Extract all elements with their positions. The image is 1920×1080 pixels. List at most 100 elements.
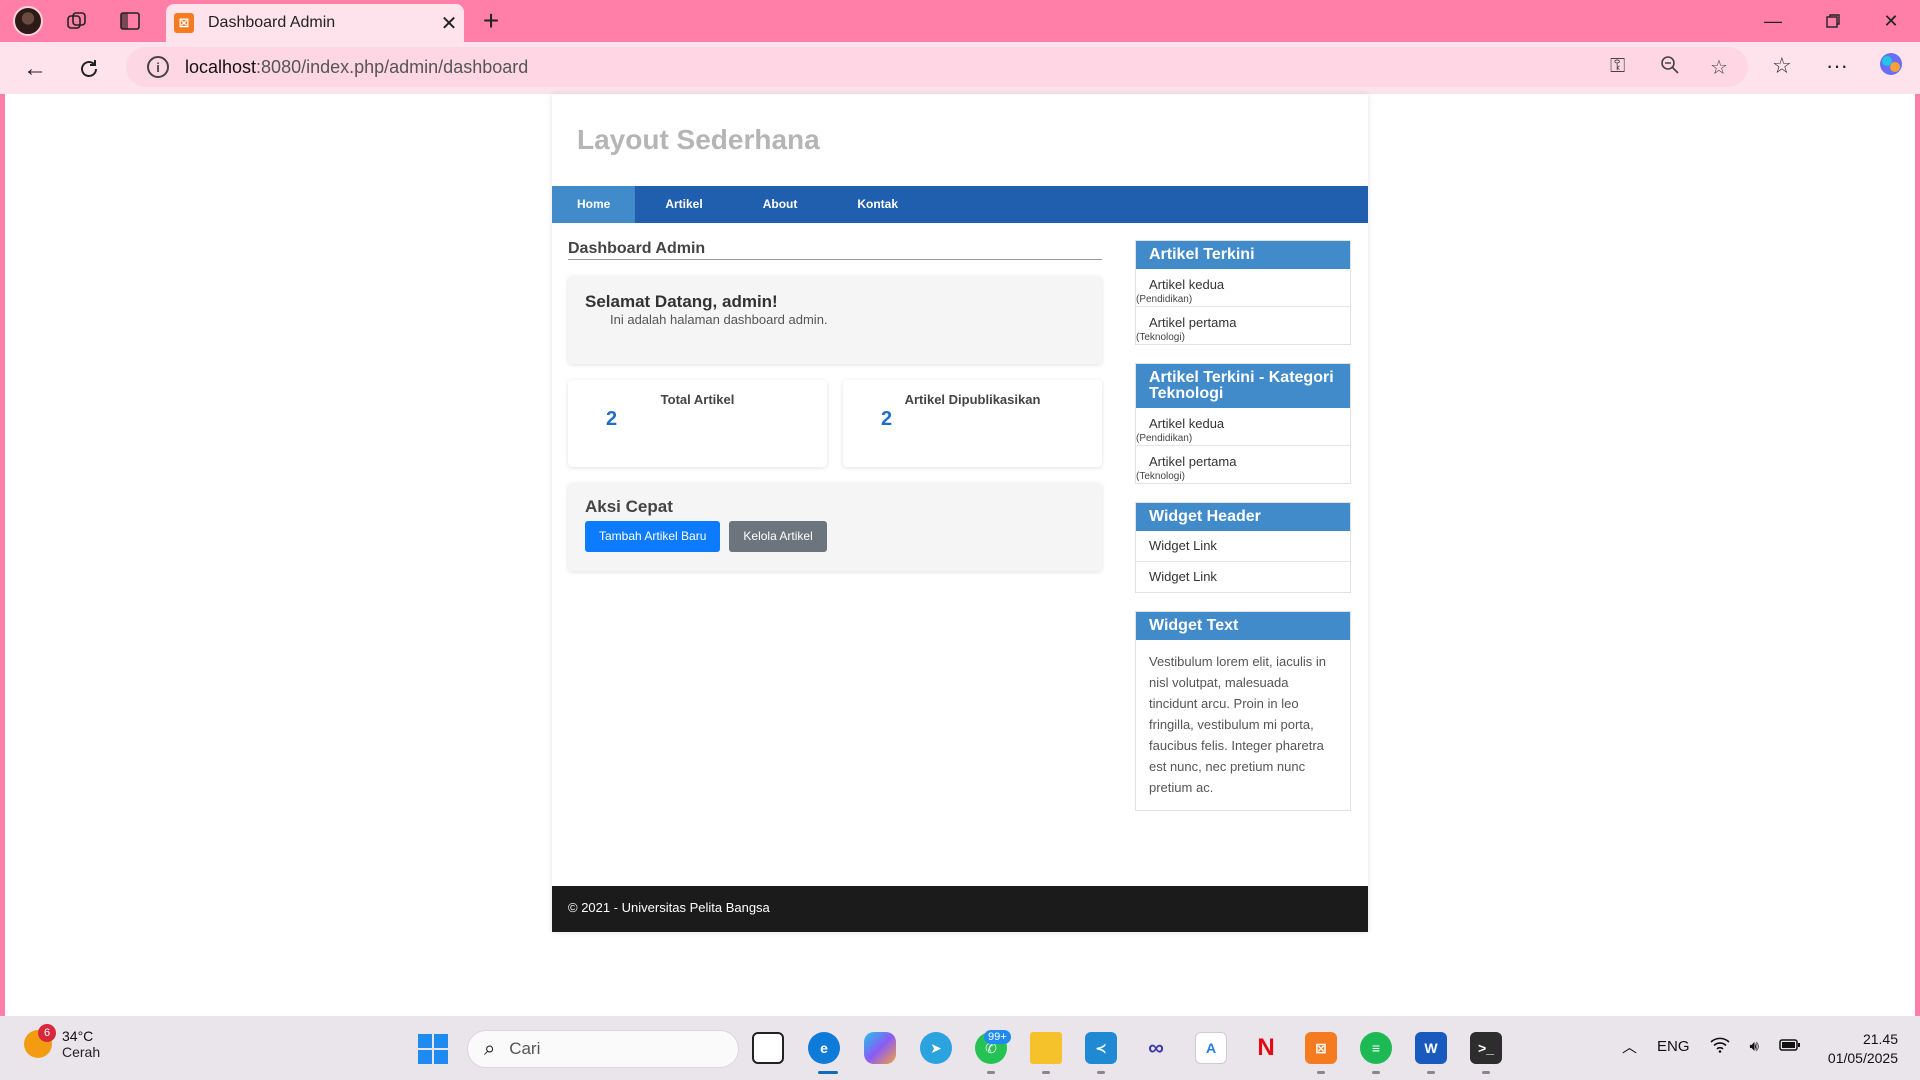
minimize-icon[interactable]: —: [1750, 6, 1796, 36]
article-link[interactable]: Artikel kedua: [1136, 408, 1350, 433]
battery-icon[interactable]: [1779, 1038, 1801, 1056]
article-link[interactable]: Artikel pertama: [1136, 307, 1350, 332]
article-category: (Teknologi): [1136, 471, 1185, 482]
top-navigation: Home Artikel About Kontak: [552, 186, 1368, 223]
word-icon[interactable]: W: [1415, 1032, 1447, 1064]
close-tab-icon[interactable]: ✕: [434, 11, 464, 36]
search-placeholder: Cari: [509, 1039, 541, 1058]
stat-artikel-dipublikasikan: Artikel Dipublikasikan 2: [843, 380, 1102, 467]
stat-label: Total Artikel: [660, 392, 735, 407]
stat-label: Artikel Dipublikasikan: [904, 392, 1041, 407]
nav-about[interactable]: About: [733, 186, 828, 223]
weather-badge: 6: [38, 1024, 56, 1042]
widget-title: Artikel Terkini - Kategori Teknologi: [1136, 364, 1350, 408]
app-indicator: [1317, 1071, 1325, 1074]
stats-row: Total Artikel 2 Artikel Dipublikasikan 2: [568, 380, 1102, 467]
nav-kontak[interactable]: Kontak: [827, 186, 928, 223]
more-menu-icon[interactable]: ···: [1826, 53, 1848, 79]
close-window-icon[interactable]: ✕: [1868, 6, 1914, 36]
clock-time: 21.45: [1862, 1031, 1898, 1047]
app-indicator: [1372, 1071, 1380, 1074]
copilot-app-icon[interactable]: [864, 1032, 896, 1064]
quick-actions-title: Aksi Cepat: [585, 497, 673, 516]
spotify-icon[interactable]: ≡: [1360, 1032, 1392, 1064]
system-tray: ︿ ENG 🔊︎: [1622, 1036, 1801, 1057]
wifi-icon[interactable]: [1709, 1037, 1730, 1057]
whatsapp-badge: 99+: [984, 1030, 1011, 1044]
browser-titlebar: ⊠ Dashboard Admin ✕ + — ✕: [0, 0, 1920, 42]
password-key-icon[interactable]: ⚿: [1610, 55, 1625, 78]
windows-start-icon[interactable]: [418, 1034, 448, 1064]
taskbar-search-input[interactable]: ⌕ Cari: [467, 1030, 739, 1068]
widget-link[interactable]: Widget Link: [1136, 562, 1350, 592]
widget-link[interactable]: Widget Link: [1136, 531, 1350, 561]
xampp-icon[interactable]: ⊠: [1305, 1032, 1337, 1064]
url-path: :8080/index.php/admin/dashboard: [256, 56, 529, 77]
widget-title: Widget Text: [1136, 612, 1350, 640]
file-explorer-icon[interactable]: [1030, 1032, 1062, 1064]
nav-home[interactable]: Home: [552, 186, 636, 223]
task-view-icon[interactable]: [752, 1032, 784, 1064]
widget-header-links: Widget Header Widget Link Widget Link: [1135, 502, 1351, 593]
netflix-icon[interactable]: N: [1250, 1032, 1282, 1064]
article-link[interactable]: Artikel pertama: [1136, 446, 1350, 471]
sidebar: Artikel Terkini Artikel kedua (Pendidika…: [1135, 240, 1351, 829]
reload-icon[interactable]: [72, 52, 106, 86]
copilot-icon[interactable]: [1878, 51, 1904, 83]
site-container: Layout Sederhana Home Artikel About Kont…: [552, 94, 1368, 932]
list-item: Artikel kedua (Pendidikan): [1136, 269, 1350, 307]
url-host: localhost: [185, 56, 257, 77]
list-item: Artikel pertama (Teknologi): [1136, 446, 1350, 483]
widget-body-text: Vestibulum lorem elit, iaculis in nisl v…: [1149, 654, 1327, 795]
vscode-icon[interactable]: ≺: [1085, 1032, 1117, 1064]
chevron-up-icon[interactable]: ︿: [1622, 1036, 1637, 1057]
vertical-tabs-icon[interactable]: [117, 8, 143, 34]
quick-actions-card: Aksi Cepat Tambah Artikel Baru Kelola Art…: [568, 483, 1102, 571]
site-footer: © 2021 - Universitas Pelita Bangsa: [552, 886, 1368, 932]
restore-icon[interactable]: [1810, 6, 1856, 36]
widget-artikel-teknologi: Artikel Terkini - Kategori Teknologi Art…: [1135, 363, 1351, 484]
site-header: Layout Sederhana: [552, 94, 1368, 186]
site-info-icon[interactable]: i: [147, 56, 169, 78]
manage-articles-button[interactable]: Kelola Artikel: [729, 521, 827, 552]
stat-value: 2: [606, 408, 618, 430]
welcome-text: Ini adalah halaman dashboard admin.: [610, 312, 828, 327]
article-category: (Pendidikan): [1136, 294, 1193, 305]
add-article-button[interactable]: Tambah Artikel Baru: [585, 521, 721, 552]
new-tab-icon[interactable]: +: [478, 5, 504, 36]
widget-title: Artikel Terkini: [1136, 241, 1350, 269]
app-indicator: [1482, 1071, 1490, 1074]
app-indicator: [987, 1071, 995, 1074]
back-icon[interactable]: ←: [18, 52, 52, 86]
main-content: Dashboard Admin Selamat Datang, admin! I…: [568, 240, 1102, 571]
list-item: Artikel pertama (Teknologi): [1136, 307, 1350, 344]
browser-tab-active[interactable]: ⊠ Dashboard Admin ✕: [166, 4, 464, 42]
profile-avatar[interactable]: [13, 6, 43, 36]
active-app-indicator: [818, 1071, 838, 1074]
article-link[interactable]: Artikel kedua: [1136, 269, 1350, 294]
system-clock[interactable]: 21.45 01/05/2025: [1810, 1030, 1898, 1068]
favorites-icon[interactable]: ☆: [1772, 53, 1792, 79]
widget-list: Artikel kedua (Pendidikan) Artikel perta…: [1136, 269, 1350, 344]
welcome-title: Selamat Datang, admin!: [585, 292, 778, 311]
collections-icon[interactable]: [64, 8, 90, 34]
url-field[interactable]: i localhost:8080/index.php/admin/dashboa…: [126, 47, 1748, 87]
volume-icon[interactable]: 🔊︎: [1750, 1038, 1759, 1055]
infinity-app-icon[interactable]: ∞: [1140, 1032, 1172, 1064]
weather-widget[interactable]: 6 34°C Cerah: [24, 1024, 100, 1060]
favorite-star-icon[interactable]: ☆: [1710, 55, 1728, 80]
zoom-out-icon[interactable]: [1660, 55, 1680, 81]
xampp-icon: ⊠: [174, 13, 194, 33]
tab-title: Dashboard Admin: [208, 14, 336, 31]
terminal-icon[interactable]: >_: [1470, 1032, 1502, 1064]
language-indicator[interactable]: ENG: [1657, 1038, 1690, 1055]
address-toolbar: ← i localhost:8080/index.php/admin/dashb…: [0, 42, 1920, 94]
telegram-icon[interactable]: ➤: [920, 1032, 952, 1064]
widget-title: Widget Header: [1136, 503, 1350, 531]
edge-browser-icon[interactable]: e: [808, 1032, 840, 1064]
android-studio-icon[interactable]: A: [1195, 1032, 1227, 1064]
list-item: Widget Link: [1136, 562, 1350, 592]
footer-text: © 2021 - Universitas Pelita Bangsa: [568, 900, 770, 915]
nav-artikel[interactable]: Artikel: [635, 186, 732, 223]
list-item: Artikel kedua (Pendidikan): [1136, 408, 1350, 446]
